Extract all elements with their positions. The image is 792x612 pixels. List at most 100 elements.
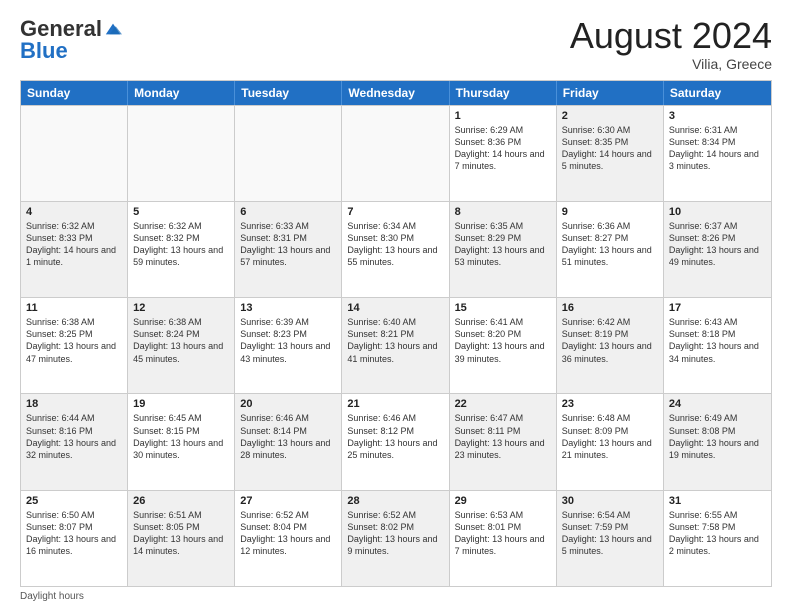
cal-cell: 8 Sunrise: 6:35 AM Sunset: 8:29 PM Daylig… xyxy=(450,202,557,297)
cal-row: 11 Sunrise: 6:38 AM Sunset: 8:25 PM Dayli… xyxy=(21,297,771,393)
cal-cell: 23Sunrise: 6:48 AM Sunset: 8:09 PM Dayli… xyxy=(557,394,664,489)
cal-cell: 17 Sunrise: 6:43 AM Sunset: 8:18 PM Dayli… xyxy=(664,298,771,393)
day-number: 14 xyxy=(347,302,443,314)
cell-text: Sunrise: 6:55 AM Sunset: 7:58 PM Dayligh… xyxy=(669,509,766,558)
cell-text: Sunrise: 6:43 AM Sunset: 8:18 PM Dayligh… xyxy=(669,316,766,365)
cell-text: Sunrise: 6:36 AM Sunset: 8:27 PM Dayligh… xyxy=(562,220,658,269)
cell-text: Sunrise: 6:37 AM Sunset: 8:26 PM Dayligh… xyxy=(669,220,766,269)
day-number: 1 xyxy=(455,110,551,122)
day-number: 27 xyxy=(240,495,336,507)
cal-header-cell: Wednesday xyxy=(342,81,449,105)
cell-text: Sunrise: 6:46 AM Sunset: 8:12 PM Dayligh… xyxy=(347,412,443,461)
cal-cell: 28 Sunrise: 6:52 AM Sunset: 8:02 PM Dayli… xyxy=(342,491,449,586)
cell-text: Sunrise: 6:46 AM Sunset: 8:14 PM Dayligh… xyxy=(240,412,336,461)
day-number: 31 xyxy=(669,495,766,507)
page: General Blue August 2024 Vilia, Greece S… xyxy=(0,0,792,612)
day-number: 23 xyxy=(562,398,658,410)
cal-cell: 20 Sunrise: 6:46 AM Sunset: 8:14 PM Dayli… xyxy=(235,394,342,489)
cell-text: Sunrise: 6:33 AM Sunset: 8:31 PM Dayligh… xyxy=(240,220,336,269)
cal-cell: 2 Sunrise: 6:30 AM Sunset: 8:35 PM Daylig… xyxy=(557,106,664,201)
cal-header-cell: Sunday xyxy=(21,81,128,105)
day-number: 8 xyxy=(455,206,551,218)
cell-text: Sunrise: 6:54 AM Sunset: 7:59 PM Dayligh… xyxy=(562,509,658,558)
cal-cell: 11 Sunrise: 6:38 AM Sunset: 8:25 PM Dayli… xyxy=(21,298,128,393)
cell-text: Sunrise: 6:38 AM Sunset: 8:25 PM Dayligh… xyxy=(26,316,122,365)
day-number: 9 xyxy=(562,206,658,218)
day-number: 18 xyxy=(26,398,122,410)
cal-cell xyxy=(235,106,342,201)
month-year: August 2024 xyxy=(570,16,772,56)
cell-text: Sunrise: 6:52 AM Sunset: 8:04 PM Dayligh… xyxy=(240,509,336,558)
cell-text: Sunrise: 6:34 AM Sunset: 8:30 PM Dayligh… xyxy=(347,220,443,269)
cal-cell: 9 Sunrise: 6:36 AM Sunset: 8:27 PM Daylig… xyxy=(557,202,664,297)
header: General Blue August 2024 Vilia, Greece xyxy=(20,16,772,72)
day-number: 17 xyxy=(669,302,766,314)
footer-note: Daylight hours xyxy=(20,591,772,602)
day-number: 28 xyxy=(347,495,443,507)
calendar-header: SundayMondayTuesdayWednesdayThursdayFrid… xyxy=(21,81,771,105)
cell-text: Sunrise: 6:53 AM Sunset: 8:01 PM Dayligh… xyxy=(455,509,551,558)
cell-text: Sunrise: 6:52 AM Sunset: 8:02 PM Dayligh… xyxy=(347,509,443,558)
cell-text: Sunrise: 6:40 AM Sunset: 8:21 PM Dayligh… xyxy=(347,316,443,365)
cal-cell: 13Sunrise: 6:39 AM Sunset: 8:23 PM Dayli… xyxy=(235,298,342,393)
cell-text: Sunrise: 6:31 AM Sunset: 8:34 PM Dayligh… xyxy=(669,124,766,173)
day-number: 25 xyxy=(26,495,122,507)
cal-row: 25 Sunrise: 6:50 AM Sunset: 8:07 PM Dayli… xyxy=(21,490,771,586)
cal-row: 4 Sunrise: 6:32 AM Sunset: 8:33 PM Daylig… xyxy=(21,201,771,297)
cal-cell xyxy=(342,106,449,201)
logo-icon xyxy=(104,20,122,38)
cal-header-cell: Tuesday xyxy=(235,81,342,105)
day-number: 11 xyxy=(26,302,122,314)
day-number: 6 xyxy=(240,206,336,218)
day-number: 16 xyxy=(562,302,658,314)
cal-cell: 16Sunrise: 6:42 AM Sunset: 8:19 PM Dayli… xyxy=(557,298,664,393)
cell-text: Sunrise: 6:51 AM Sunset: 8:05 PM Dayligh… xyxy=(133,509,229,558)
cell-text: Sunrise: 6:30 AM Sunset: 8:35 PM Dayligh… xyxy=(562,124,658,173)
cal-header-cell: Friday xyxy=(557,81,664,105)
cal-cell: 7 Sunrise: 6:34 AM Sunset: 8:30 PM Daylig… xyxy=(342,202,449,297)
cal-cell: 15Sunrise: 6:41 AM Sunset: 8:20 PM Dayli… xyxy=(450,298,557,393)
cal-cell: 24 Sunrise: 6:49 AM Sunset: 8:08 PM Dayli… xyxy=(664,394,771,489)
day-number: 26 xyxy=(133,495,229,507)
cell-text: Sunrise: 6:32 AM Sunset: 8:33 PM Dayligh… xyxy=(26,220,122,269)
cal-cell: 19Sunrise: 6:45 AM Sunset: 8:15 PM Dayli… xyxy=(128,394,235,489)
cal-cell xyxy=(21,106,128,201)
day-number: 22 xyxy=(455,398,551,410)
cal-cell: 10 Sunrise: 6:37 AM Sunset: 8:26 PM Dayli… xyxy=(664,202,771,297)
cal-cell: 22Sunrise: 6:47 AM Sunset: 8:11 PM Dayli… xyxy=(450,394,557,489)
day-number: 19 xyxy=(133,398,229,410)
cell-text: Sunrise: 6:32 AM Sunset: 8:32 PM Dayligh… xyxy=(133,220,229,269)
day-number: 15 xyxy=(455,302,551,314)
day-number: 7 xyxy=(347,206,443,218)
cal-cell: 27 Sunrise: 6:52 AM Sunset: 8:04 PM Dayli… xyxy=(235,491,342,586)
day-number: 2 xyxy=(562,110,658,122)
cal-cell: 12 Sunrise: 6:38 AM Sunset: 8:24 PM Dayli… xyxy=(128,298,235,393)
cell-text: Sunrise: 6:29 AM Sunset: 8:36 PM Dayligh… xyxy=(455,124,551,173)
cal-cell: 31 Sunrise: 6:55 AM Sunset: 7:58 PM Dayli… xyxy=(664,491,771,586)
cal-cell: 6 Sunrise: 6:33 AM Sunset: 8:31 PM Daylig… xyxy=(235,202,342,297)
cal-cell: 30Sunrise: 6:54 AM Sunset: 7:59 PM Dayli… xyxy=(557,491,664,586)
cal-header-cell: Saturday xyxy=(664,81,771,105)
day-number: 24 xyxy=(669,398,766,410)
calendar: SundayMondayTuesdayWednesdayThursdayFrid… xyxy=(20,80,772,587)
cell-text: Sunrise: 6:49 AM Sunset: 8:08 PM Dayligh… xyxy=(669,412,766,461)
cal-cell: 25 Sunrise: 6:50 AM Sunset: 8:07 PM Dayli… xyxy=(21,491,128,586)
cell-text: Sunrise: 6:50 AM Sunset: 8:07 PM Dayligh… xyxy=(26,509,122,558)
cell-text: Sunrise: 6:35 AM Sunset: 8:29 PM Dayligh… xyxy=(455,220,551,269)
day-number: 4 xyxy=(26,206,122,218)
day-number: 5 xyxy=(133,206,229,218)
cal-row: 18Sunrise: 6:44 AM Sunset: 8:16 PM Dayli… xyxy=(21,393,771,489)
cal-cell: 1 Sunrise: 6:29 AM Sunset: 8:36 PM Daylig… xyxy=(450,106,557,201)
cal-cell: 26 Sunrise: 6:51 AM Sunset: 8:05 PM Dayli… xyxy=(128,491,235,586)
cal-cell: 29Sunrise: 6:53 AM Sunset: 8:01 PM Dayli… xyxy=(450,491,557,586)
day-number: 13 xyxy=(240,302,336,314)
day-number: 20 xyxy=(240,398,336,410)
cal-header-cell: Monday xyxy=(128,81,235,105)
cell-text: Sunrise: 6:38 AM Sunset: 8:24 PM Dayligh… xyxy=(133,316,229,365)
day-number: 21 xyxy=(347,398,443,410)
day-number: 10 xyxy=(669,206,766,218)
day-number: 3 xyxy=(669,110,766,122)
cal-cell: 21 Sunrise: 6:46 AM Sunset: 8:12 PM Dayli… xyxy=(342,394,449,489)
cal-cell: 5 Sunrise: 6:32 AM Sunset: 8:32 PM Daylig… xyxy=(128,202,235,297)
day-number: 12 xyxy=(133,302,229,314)
